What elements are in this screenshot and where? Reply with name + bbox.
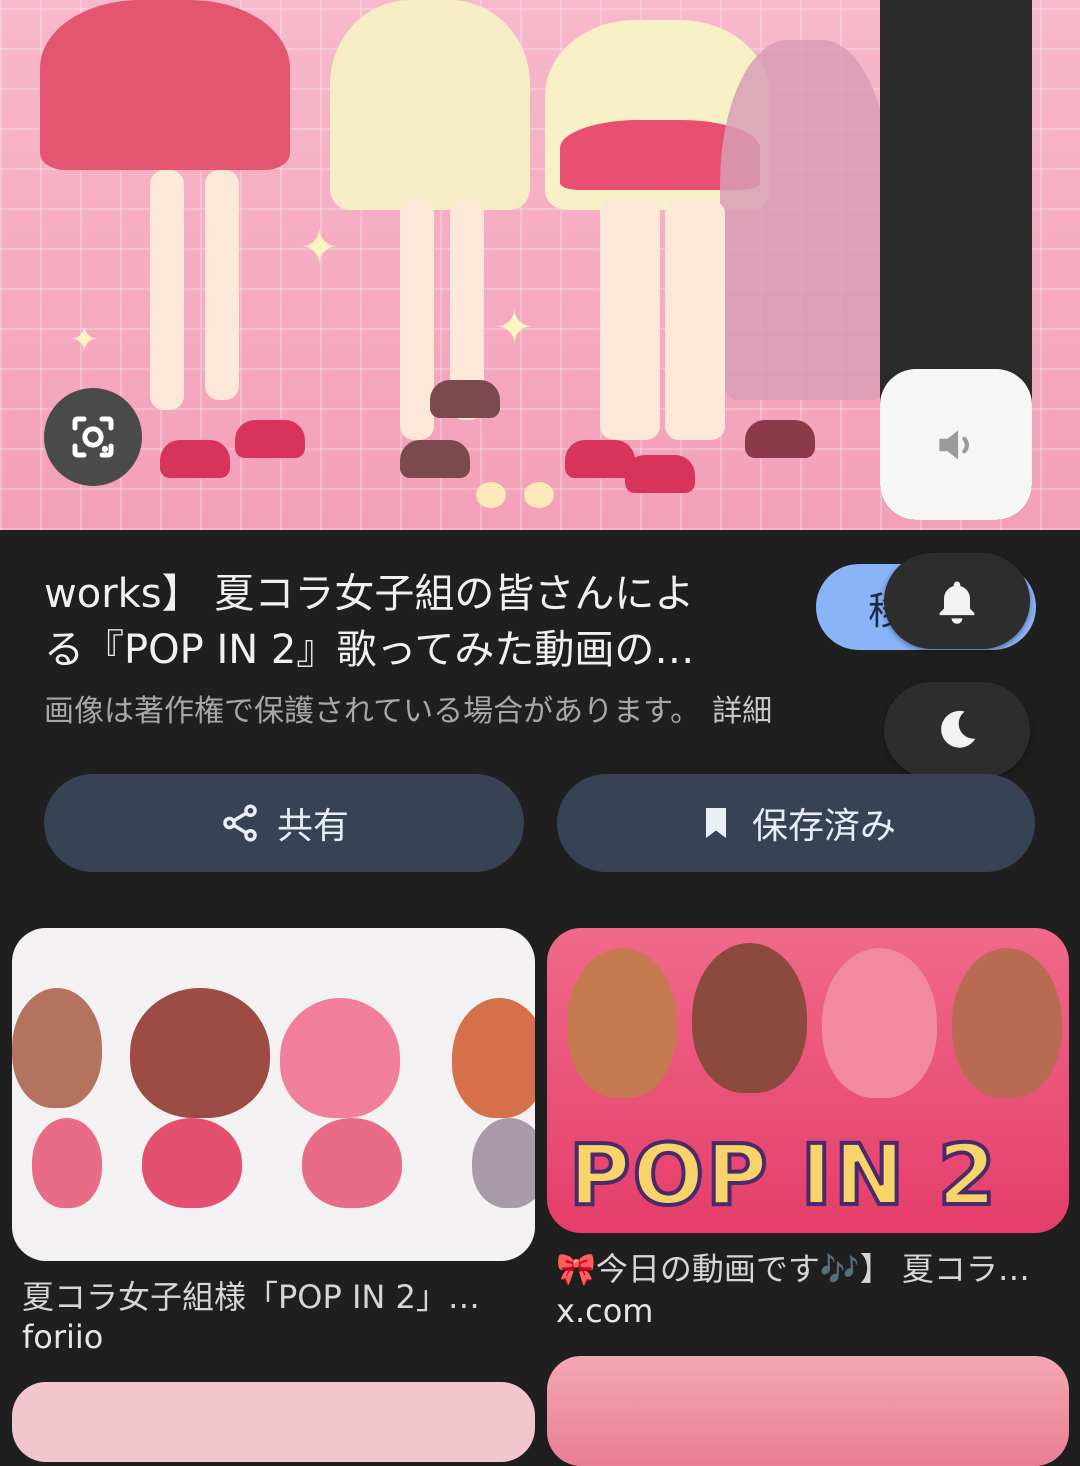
character-head <box>822 948 937 1098</box>
result-title-line-2: る『POP IN 2』歌ってみた動画の… <box>44 627 695 673</box>
related-title-1[interactable]: 夏コラ女子組様「POP IN 2」… <box>22 1272 480 1318</box>
related-image-3[interactable] <box>12 1382 535 1462</box>
copyright-text: 画像は著作権で保護されている場合があります。 <box>44 694 701 729</box>
details-link[interactable]: 詳細 <box>712 694 772 729</box>
character-head <box>952 948 1062 1098</box>
character-shoe <box>400 440 470 478</box>
character-skirt <box>40 0 290 170</box>
related-title-2[interactable]: 🎀今日の動画です🎶】 夏コラ… <box>556 1244 1030 1290</box>
result-title[interactable]: works】 夏コラ女子組の皆さんによ る『POP IN 2』歌ってみた動画の… <box>44 566 804 678</box>
character-shoe <box>430 380 500 418</box>
heart-icon <box>476 482 506 508</box>
sparkle-icon: ✦ <box>300 220 339 274</box>
character-head <box>692 943 807 1093</box>
volume-slider[interactable] <box>880 0 1032 520</box>
bell-icon <box>939 581 975 624</box>
character-leg <box>665 200 725 440</box>
chibi-dress <box>472 1118 535 1208</box>
volume-level <box>880 369 1032 520</box>
related-image-1[interactable] <box>12 928 535 1261</box>
saved-button[interactable]: 保存済み <box>557 774 1035 872</box>
character-dress <box>720 40 890 400</box>
chibi-dress <box>142 1118 242 1208</box>
sparkle-icon: ✦ <box>70 320 99 360</box>
saved-label: 保存済み <box>751 806 896 847</box>
character-shoe <box>235 420 305 458</box>
chibi-figure <box>280 998 400 1118</box>
notification-button[interactable] <box>884 553 1030 649</box>
speaker-icon <box>939 429 970 460</box>
chibi-dress <box>32 1118 102 1208</box>
heart-icon <box>524 482 554 508</box>
chibi-figure <box>12 988 102 1108</box>
chibi-figure <box>452 998 535 1118</box>
chibi-figure <box>130 988 270 1118</box>
character-shoe <box>160 440 230 478</box>
sparkle-icon: ✦ <box>495 300 534 354</box>
share-label: 共有 <box>276 806 349 847</box>
character-leg <box>205 170 239 400</box>
chibi-dress <box>302 1118 402 1208</box>
lens-button[interactable] <box>44 388 142 486</box>
character-leg <box>600 200 660 440</box>
google-lens-icon <box>72 416 114 458</box>
dark-mode-button[interactable] <box>884 682 1030 778</box>
character-skirt <box>330 0 530 210</box>
related-source-1[interactable]: foriio <box>22 1318 103 1356</box>
image-logo-text: POP IN 2 <box>567 1124 999 1226</box>
result-title-line-1: works】 夏コラ女子組の皆さんによ <box>44 571 695 617</box>
related-image-2[interactable]: POP IN 2 <box>547 928 1069 1233</box>
character-head <box>567 948 677 1098</box>
related-image-4[interactable] <box>547 1356 1069 1466</box>
character-leg <box>400 200 434 440</box>
character-shoe <box>625 455 695 493</box>
moon-icon <box>941 710 976 748</box>
share-icon <box>223 804 257 842</box>
bookmark-icon <box>705 808 726 838</box>
related-source-2[interactable]: x.com <box>556 1292 653 1330</box>
character-shoe <box>745 420 815 458</box>
copyright-notice: 画像は著作権で保護されている場合があります。 詳細 <box>44 686 772 730</box>
share-button[interactable]: 共有 <box>44 774 524 872</box>
character-leg <box>150 170 184 410</box>
